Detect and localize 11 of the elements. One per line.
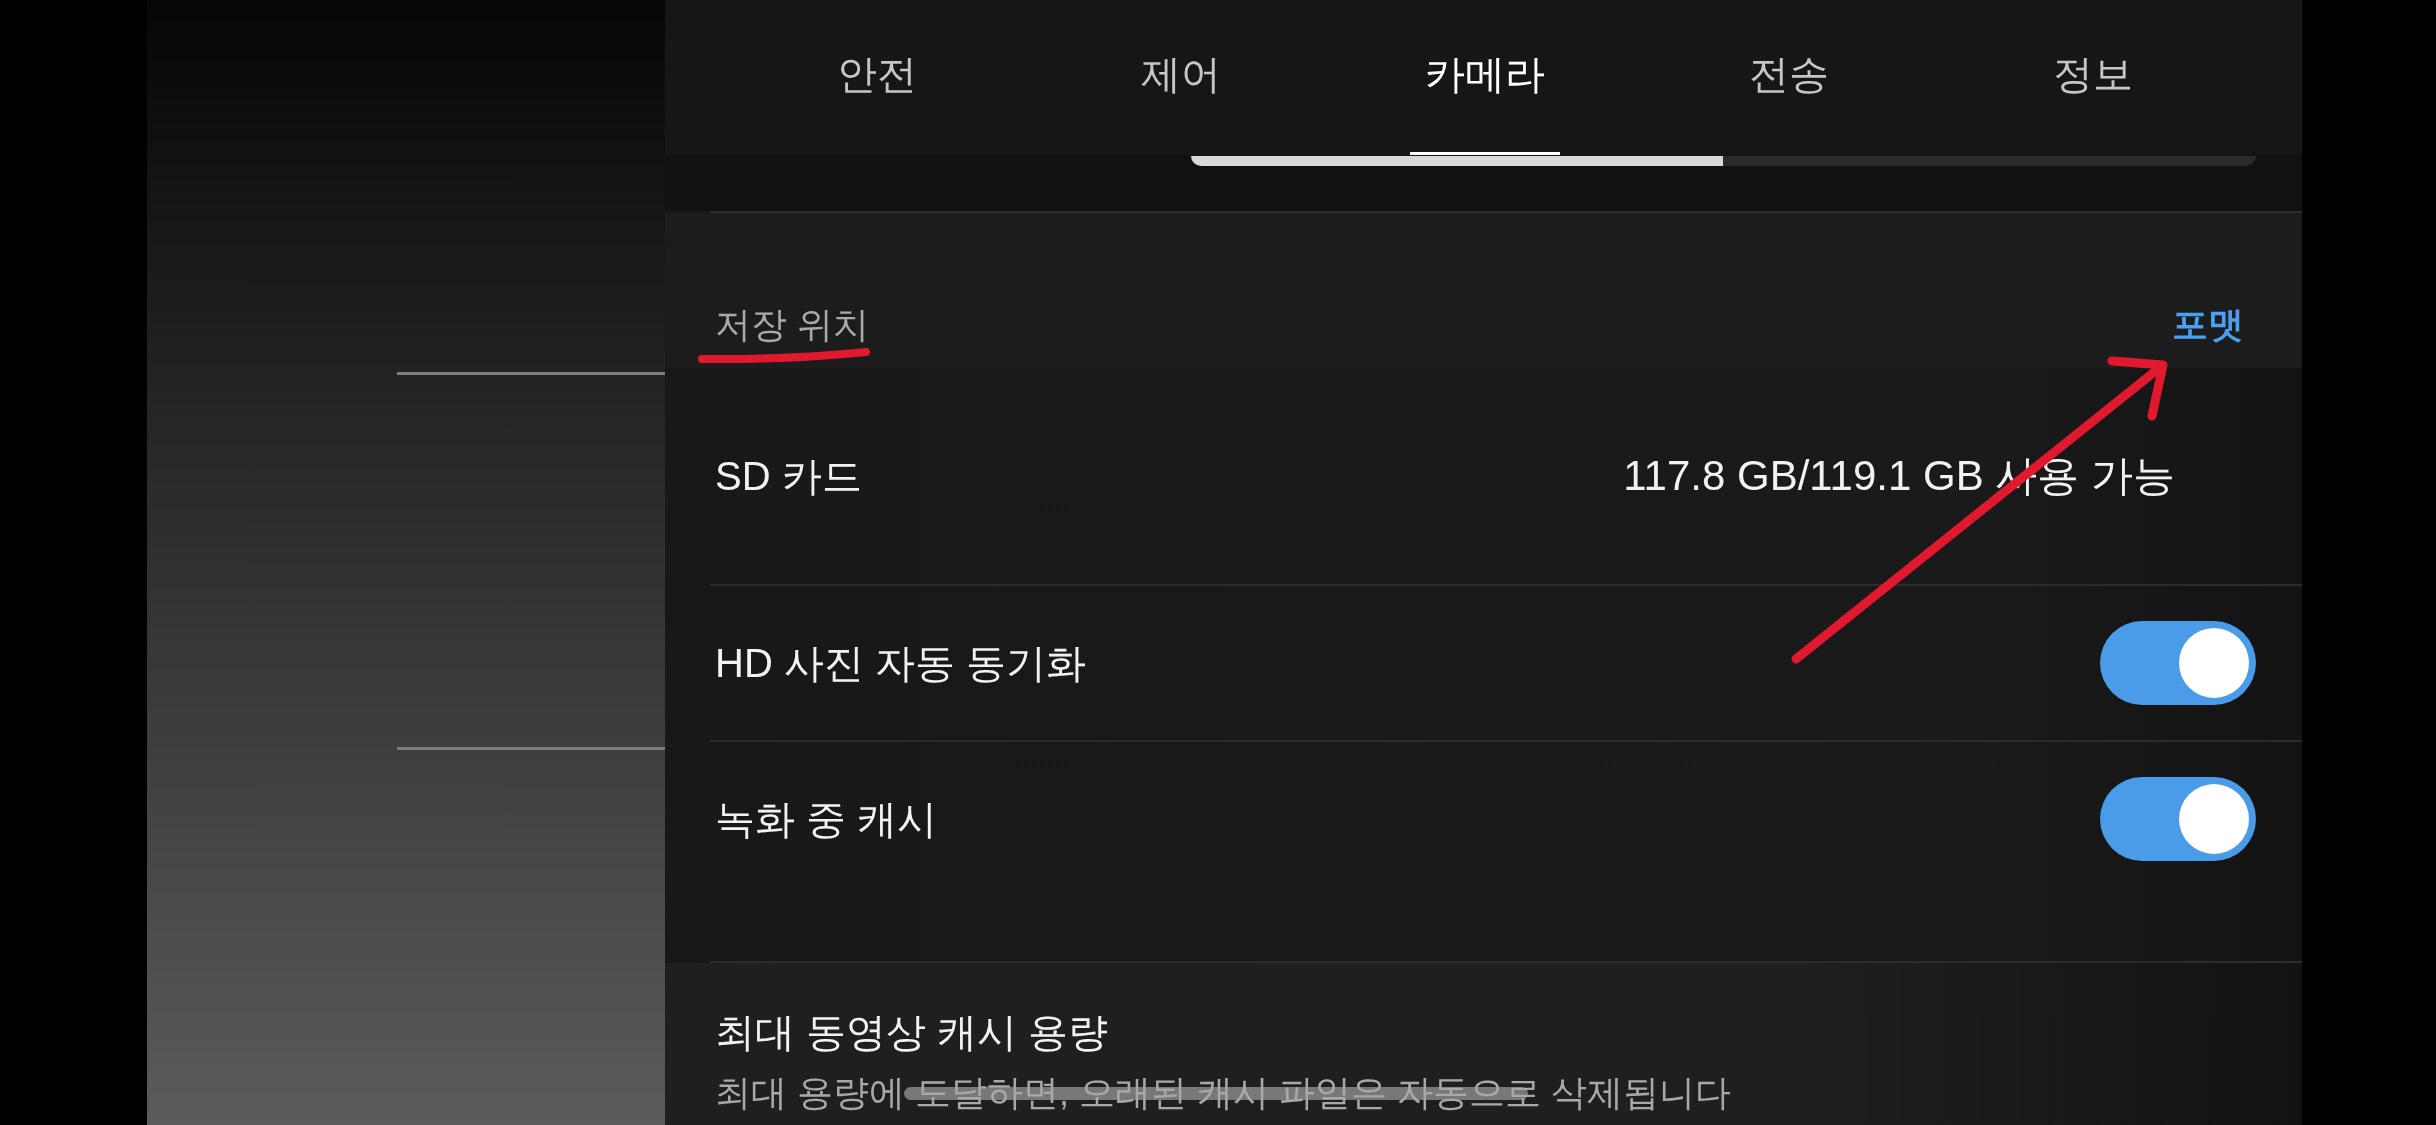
storage-label: SD 카드 [715,453,862,500]
setting-title: 최대 동영상 캐시 용량 [715,1009,1109,1056]
tab[interactable]: 카메라 [1333,0,1637,155]
setting-label: HD 사진 자동 동기화 [715,640,1087,687]
tab[interactable]: 제어 [1029,0,1333,155]
tab[interactable]: 안전 [725,0,1029,155]
setting-label: 녹화 중 캐시 [715,796,938,843]
tab[interactable]: 정보 [1941,0,2245,155]
tab[interactable]: 전송 [1637,0,1941,155]
section-title: 저장 위치 [715,303,869,347]
format-link[interactable]: 포맷 [2172,300,2244,350]
